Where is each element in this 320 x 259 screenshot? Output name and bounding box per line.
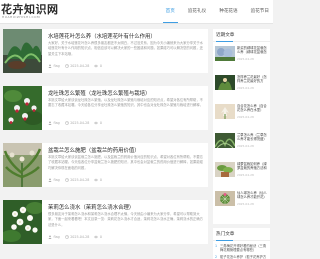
- recent-post-title[interactable]: 百合花怎么养（百合花怎么养在水里）: [237, 104, 268, 113]
- recent-post-thumbnail[interactable]: [215, 104, 235, 119]
- eye-icon: [94, 64, 99, 68]
- hot-post-item[interactable]: 1 三角梅花开得好看的秘诀（三角梅花期管理要点有哪些）: [215, 244, 268, 253]
- article-meta: flag 2025-04-28 0: [48, 235, 107, 239]
- article-meta: flag 2025-04-28 0: [48, 121, 107, 125]
- article-views: 0: [99, 121, 102, 125]
- eye-icon: [94, 235, 99, 239]
- recent-posts-widget: 近期文章 新买的绣球花盆栽怎么养（绣球花盆栽怎么养护） 2025-04-28 怎…: [213, 29, 270, 224]
- recent-post-item[interactable]: 新买的绣球花盆栽怎么养（绣球花盆栽怎么养护） 2025-04-28: [215, 46, 268, 62]
- recent-post-title[interactable]: 兰草怎么养（兰草怎么养才能长得茂盛）: [237, 133, 268, 142]
- clock-icon: [64, 235, 69, 239]
- article-list: 水培莲花叶怎么养（水培莲花叶有什么作用） 大家好，关于水培莲花叶怎么养很多朋友都…: [3, 29, 208, 259]
- widget-title-underline: [216, 240, 233, 241]
- recent-post-date: 2025-04-28: [237, 202, 254, 206]
- clock-icon: [64, 178, 69, 182]
- hot-post-item[interactable]: 2 栀子花怎么养护（栀子花养护方法和注意事项）: [215, 255, 268, 259]
- recent-post-date: 2025-04-28: [237, 57, 254, 61]
- recent-posts-title: 近期文章: [216, 33, 235, 38]
- main-nav: 首页 追花礼仪 种花花语 追花节日: [153, 0, 269, 23]
- article-date: 2025-04-28: [70, 235, 90, 239]
- article-author[interactable]: flag: [54, 64, 60, 68]
- recent-post-date: 2025-04-28: [237, 144, 254, 148]
- article-card[interactable]: 盆栽兰怎么施肥（盆栽兰的药用价值） 本篇文章给大家谈谈盆栽兰怎么施肥，以及盆栽兰…: [3, 143, 208, 187]
- clock-icon: [64, 64, 69, 68]
- widget-header: 热门文章: [213, 228, 270, 241]
- recent-post-item[interactable]: 怎样养兰花最好（怎样养兰花最好的方法） 2025-04-28: [215, 75, 268, 91]
- user-icon: [48, 235, 52, 239]
- article-excerpt: 很多朋友对于茉莉怎么浇水和茉莉怎么浇水合理不太懂，今天就由小编来为大家分享，希望…: [48, 212, 203, 227]
- hot-post-title[interactable]: 栀子花怎么养护（栀子花养护方法和注意事项）: [220, 255, 268, 259]
- eye-icon: [94, 121, 99, 125]
- article-date: 2025-04-28: [70, 178, 90, 182]
- article-title[interactable]: 水培莲花叶怎么养（水培莲花叶有什么作用）: [48, 32, 203, 40]
- recent-post-date: 2025-04-28: [237, 115, 254, 119]
- recent-post-thumbnail[interactable]: [215, 191, 235, 206]
- recent-post-item[interactable]: 仙人球怎么养（仙人球怎么养才能开花） 2025-04-28: [215, 191, 268, 207]
- article-date: 2025-04-28: [70, 121, 90, 125]
- article-views: 0: [99, 235, 102, 239]
- clock-icon: [64, 121, 69, 125]
- recent-post-title[interactable]: 仙人球怎么养（仙人球怎么养才能开花）: [237, 191, 268, 200]
- article-title[interactable]: 龙吐珠怎么繁殖（龙吐珠怎么繁殖与栽培）: [48, 89, 203, 97]
- recent-post-title[interactable]: 绿萝盆栽如何养（绿萝盆栽的养殖方法和注意事项）: [237, 162, 268, 171]
- article-card[interactable]: 水培莲花叶怎么养（水培莲花叶有什么作用） 大家好，关于水培莲花叶怎么养很多朋友都…: [3, 29, 208, 73]
- user-icon: [48, 121, 52, 125]
- hot-posts-title: 热门文章: [216, 232, 235, 237]
- hot-post-title[interactable]: 三角梅花开得好看的秘诀（三角梅花期管理要点有哪些）: [220, 244, 268, 253]
- nav-item-etiquette[interactable]: 追花礼仪: [188, 0, 206, 23]
- nav-item-flower-language[interactable]: 种花花语: [219, 0, 237, 23]
- article-meta: flag 2025-04-28 0: [48, 178, 107, 182]
- user-icon: [48, 178, 52, 182]
- article-card[interactable]: 龙吐珠怎么繁殖（龙吐珠怎么繁殖与栽培） 本篇文章给大家谈谈龙吐珠怎么繁殖，以及龙…: [3, 86, 208, 130]
- recent-post-thumbnail[interactable]: [215, 162, 235, 177]
- article-excerpt: 本篇文章给大家谈谈盆栽兰怎么施肥，以及盆栽兰的药用价值对应的知识点，希望对各位有…: [48, 155, 203, 170]
- article-meta: flag 2025-04-28 0: [48, 64, 107, 68]
- nav-item-festivals[interactable]: 追花节日: [251, 0, 269, 23]
- article-excerpt: 大家好，关于水培莲花叶怎么养很多朋友都还不太明白，不过没关系，因为今天小编就来为…: [48, 41, 203, 56]
- widget-header: 近期文章: [213, 29, 270, 42]
- recent-post-thumbnail[interactable]: [215, 133, 235, 148]
- user-icon: [48, 64, 52, 68]
- article-author[interactable]: flag: [54, 235, 60, 239]
- recent-post-thumbnail[interactable]: [215, 75, 235, 90]
- recent-post-item[interactable]: 百合花怎么养（百合花怎么养在水里） 2025-04-28: [215, 104, 268, 120]
- eye-icon: [94, 178, 99, 182]
- logo-subtext: HUAHUIZHISHI.COM: [2, 15, 41, 19]
- nav-item-home[interactable]: 首页: [162, 0, 179, 23]
- article-title[interactable]: 茉莉怎么浇水（茉莉怎么浇水合理）: [48, 203, 203, 211]
- widget-title-underline: [216, 41, 233, 42]
- recent-post-title[interactable]: 新买的绣球花盆栽怎么养（绣球花盆栽怎么养护）: [237, 46, 268, 55]
- article-excerpt: 本篇文章给大家谈谈龙吐珠怎么繁殖，以及龙吐珠怎么繁殖与栽培对应的知识点，希望对各…: [48, 98, 203, 108]
- article-author[interactable]: flag: [54, 121, 60, 125]
- article-thumbnail[interactable]: [3, 29, 42, 73]
- article-thumbnail[interactable]: [3, 200, 42, 244]
- article-views: 0: [99, 64, 102, 68]
- article-title[interactable]: 盆栽兰怎么施肥（盆栽兰的药用价值）: [48, 146, 203, 154]
- article-thumbnail[interactable]: [3, 143, 42, 187]
- article-date: 2025-04-28: [70, 64, 90, 68]
- hot-posts-widget: 热门文章 1 三角梅花开得好看的秘诀（三角梅花期管理要点有哪些） 2 栀子花怎么…: [213, 228, 270, 259]
- article-author[interactable]: flag: [54, 178, 60, 182]
- article-card[interactable]: 茉莉怎么浇水（茉莉怎么浇水合理） 很多朋友对于茉莉怎么浇水和茉莉怎么浇水合理不太…: [3, 200, 208, 244]
- recent-post-date: 2025-04-28: [237, 173, 254, 177]
- recent-post-thumbnail[interactable]: [215, 46, 235, 61]
- article-thumbnail[interactable]: [3, 86, 42, 130]
- recent-post-date: 2025-04-28: [237, 86, 254, 90]
- site-header: 花卉知识网 HUAHUIZHISHI.COM 首页 追花礼仪 种花花语 追花节日: [0, 0, 273, 24]
- article-views: 0: [99, 178, 102, 182]
- recent-post-item[interactable]: 兰草怎么养（兰草怎么养才能长得茂盛） 2025-04-28: [215, 133, 268, 149]
- recent-post-item[interactable]: 绿萝盆栽如何养（绿萝盆栽的养殖方法和注意事项） 2025-04-28: [215, 162, 268, 178]
- site-logo[interactable]: 花卉知识网 HUAHUIZHISHI.COM: [1, 1, 58, 21]
- recent-post-title[interactable]: 怎样养兰花最好（怎样养兰花最好的方法）: [237, 75, 268, 84]
